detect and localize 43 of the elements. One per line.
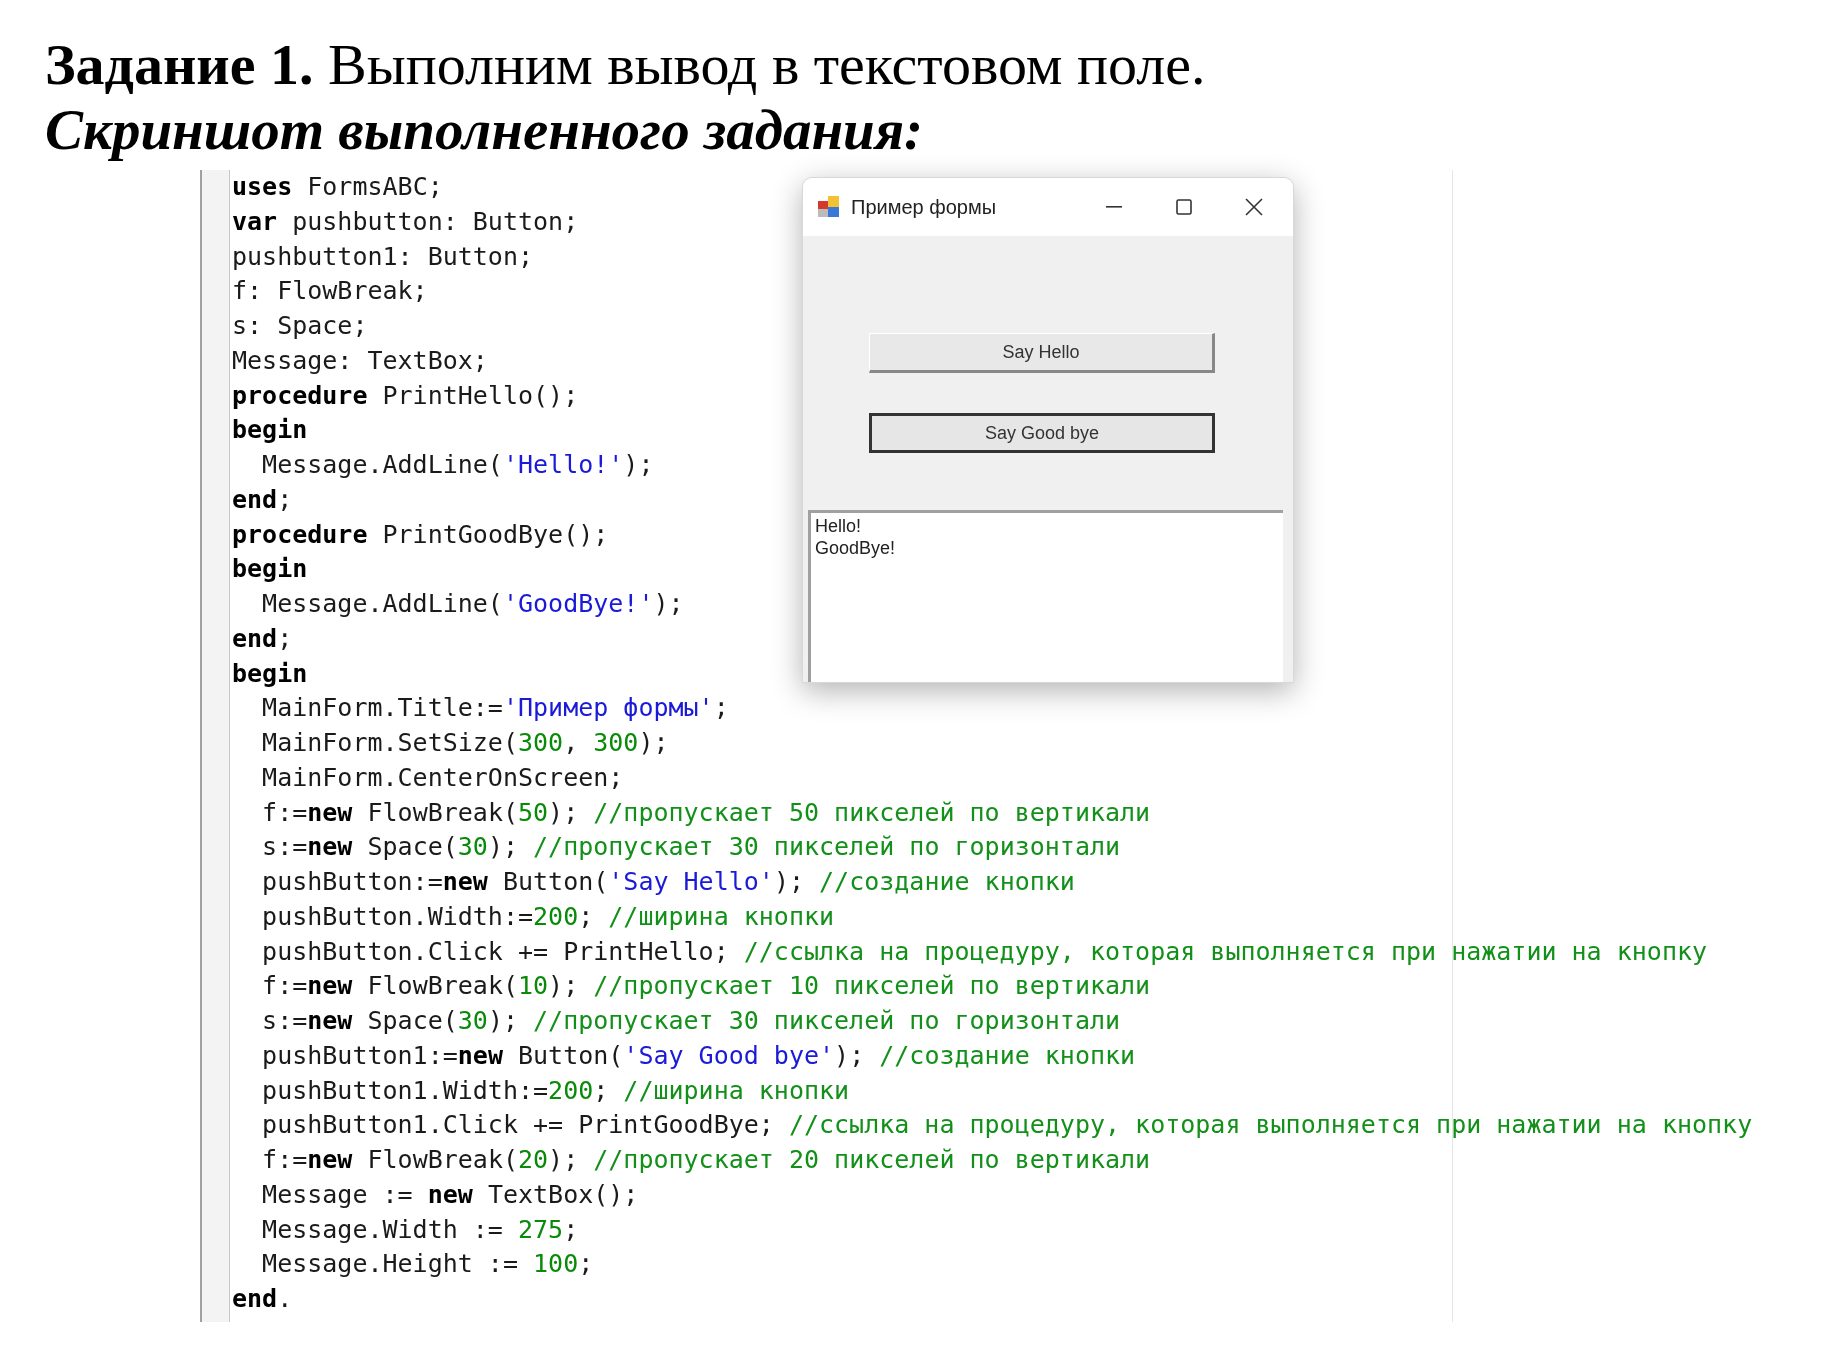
code-line: pushButton:=new Button('Say Hello'); //создание кнопки xyxy=(261,866,1075,898)
code-line: Message.AddLine('Hello!'); xyxy=(261,449,654,481)
maximize-icon xyxy=(1176,199,1192,215)
code-line: MainForm.Title:='Пример формы'; xyxy=(261,692,729,725)
code-line: pushButton.Click += PrintHello; //ссылка на процедуру, которая выполняется при нажатии на кнопку xyxy=(261,935,1708,968)
code-line: MainForm.SetSize(300, 300); xyxy=(261,727,669,759)
code-line: s: Space; xyxy=(232,310,368,342)
code-line: end. xyxy=(232,1283,293,1315)
code-line: begin xyxy=(232,657,308,690)
code-line: f:=new FlowBreak(20); //пропускает 20 пикселей по вертикали xyxy=(261,1144,1151,1176)
code-line: Message.Width := 275; xyxy=(261,1213,579,1246)
code-line: s:=new Space(30); //пропускает 30 пикселей по горизонтали xyxy=(261,831,1121,864)
code-line: begin xyxy=(232,414,308,447)
code-line: f:=new FlowBreak(10); //пропускает 10 пикселей по вертикали xyxy=(261,970,1151,1003)
code-line: Message: TextBox; xyxy=(232,344,488,377)
form-button[interactable]: Say Good bye xyxy=(869,413,1215,453)
text-box[interactable]: Hello! GoodBye! xyxy=(808,510,1283,682)
code-line: pushbutton1: Button; xyxy=(232,240,534,273)
code-line: f:=new FlowBreak(50); //пропускает 50 пикселей по вертикали xyxy=(261,796,1151,829)
code-line: MainForm.CenterOnScreen; xyxy=(261,761,624,794)
close-icon xyxy=(1245,198,1263,216)
window-title: Пример формы xyxy=(851,195,997,220)
code-line: var pushbutton: Button; xyxy=(232,205,579,238)
code-line: f: FlowBreak; xyxy=(232,275,428,308)
app-icon xyxy=(817,195,841,219)
code-line: begin xyxy=(232,553,308,586)
code-line: Message.AddLine('GoodBye!'); xyxy=(261,588,684,620)
code-line: pushButton.Width:=200; //ширина кнопки xyxy=(261,900,835,933)
code-line: Message := new TextBox(); xyxy=(261,1178,639,1211)
form-button[interactable]: Say Hello xyxy=(869,333,1215,373)
code-line: uses FormsABC; xyxy=(232,171,443,203)
code-line: s:=new Space(30); //пропускает 30 пикселей по горизонтали xyxy=(261,1005,1121,1037)
task-heading: Задание 1. Выполним вывод в текстовом поле. xyxy=(45,34,1207,96)
screenshot-caption: Скриншот выполненного задания: xyxy=(45,97,924,163)
code-line: Message.Height := 100; xyxy=(261,1248,594,1281)
code-line: pushButton1.Click += PrintGoodBye; //ссылка на процедуру, которая выполняется при нажатии на кнопку xyxy=(261,1109,1753,1142)
minimize-icon xyxy=(1106,206,1122,208)
code-line: pushButton1:=new Button('Say Good bye'); //создание кнопки xyxy=(261,1039,1136,1072)
code-line: end; xyxy=(232,622,293,655)
code-line: procedure PrintGoodBye(); xyxy=(232,518,609,551)
code-line: pushButton1.Width:=200; //ширина кнопки xyxy=(261,1074,850,1107)
code-line: end; xyxy=(232,483,293,516)
code-line: procedure PrintHello(); xyxy=(232,379,579,412)
